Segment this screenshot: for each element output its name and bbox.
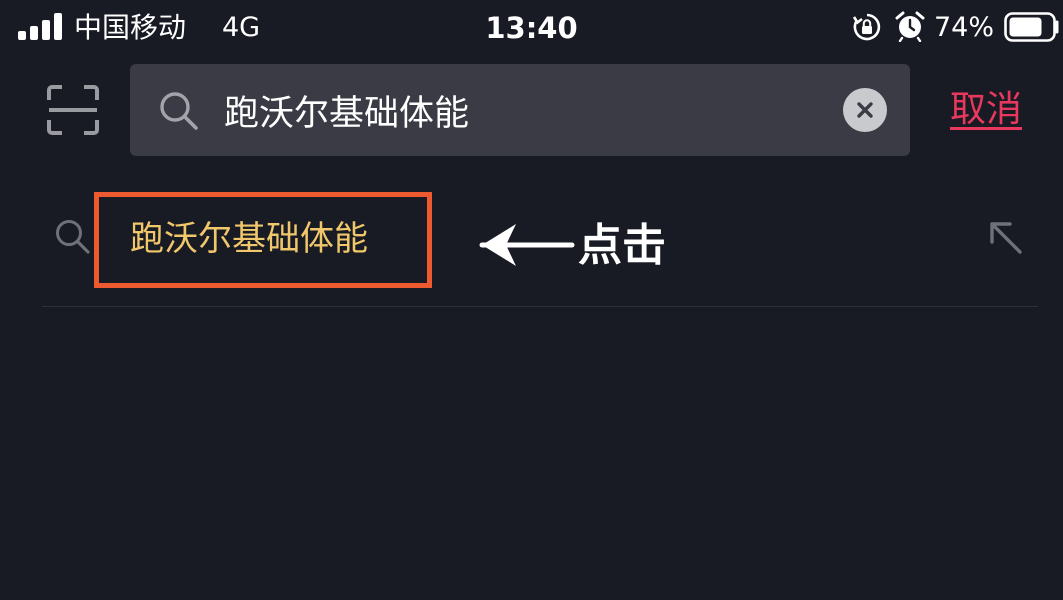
rotation-lock-icon: [852, 13, 881, 41]
battery-icon: [1004, 12, 1059, 42]
search-icon: [56, 220, 90, 254]
clock: 13:40: [485, 11, 578, 45]
clear-button[interactable]: [843, 88, 887, 132]
suggestion-item[interactable]: 跑沃尔基础体能 点击: [42, 180, 1038, 307]
carrier-name: 中国移动: [74, 11, 187, 44]
battery-percent: 74%: [934, 12, 995, 43]
search-input[interactable]: [224, 82, 824, 138]
search-screen: 中国移动 4G 13:40 74% 跑沃尔基础体能 取消 跑沃尔基础体能 点击: [0, 0, 1063, 600]
fill-arrow-icon[interactable]: [986, 218, 1026, 258]
alarm-clock-icon: [895, 11, 925, 42]
status-bar: 中国移动 4G 13:40 74%: [0, 0, 1063, 56]
arrow-left-icon: [479, 224, 575, 266]
annotation-label: 点击: [578, 220, 666, 271]
scan-icon[interactable]: [46, 84, 100, 136]
network-type: 4G: [222, 12, 261, 43]
suggestion-text: 跑沃尔基础体能: [130, 219, 368, 259]
clear-icon: [857, 102, 873, 118]
signal-bars-icon: [18, 12, 64, 40]
search-box[interactable]: [130, 64, 910, 156]
search-icon: [160, 92, 198, 130]
cancel-button[interactable]: 取消: [950, 82, 1022, 138]
